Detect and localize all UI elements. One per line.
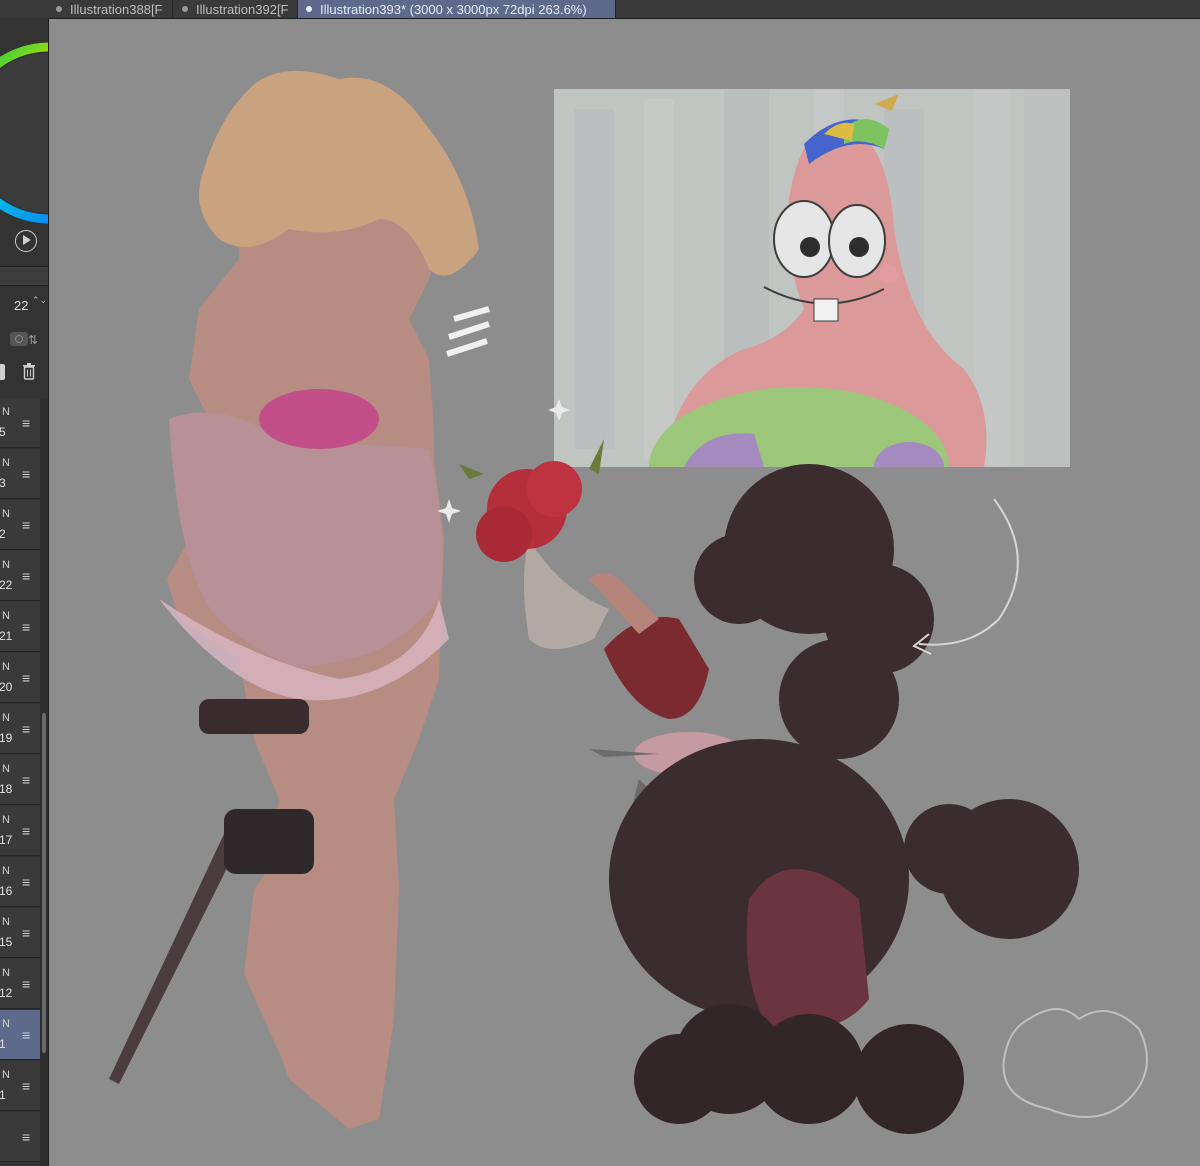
new-layer-icon[interactable] [0, 364, 5, 380]
layer-blend-tag: N [2, 508, 10, 520]
mask-toggle-icon[interactable]: ⇅ [28, 333, 38, 347]
layer-menu-icon[interactable]: ≡ [22, 415, 30, 431]
layer-menu-icon[interactable]: ≡ [22, 1078, 30, 1094]
layer-menu-icon[interactable]: ≡ [22, 1027, 30, 1043]
layer-blend-tag: N [2, 967, 10, 979]
layer-blend-tag: N [2, 610, 10, 622]
layer-blend-tag: N [2, 814, 10, 826]
layer-name: 19 [0, 731, 13, 745]
illustration-artwork [109, 71, 1148, 1134]
layer-menu-icon[interactable]: ≡ [22, 670, 30, 686]
layer-blend-tag: N [2, 865, 10, 877]
layer-menu-icon[interactable]: ≡ [22, 517, 30, 533]
layer-name: 16 [0, 884, 13, 898]
tab-illustration388[interactable]: Illustration388[F [48, 0, 173, 18]
layer-name: 21 [0, 629, 13, 643]
poodle-character [589, 464, 1148, 1134]
layer-menu-icon[interactable]: ≡ [22, 721, 30, 737]
tab-illustration393[interactable]: Illustration393* (3000 x 3000px 72dpi 26… [298, 0, 616, 18]
layer-name: 3 [0, 476, 6, 490]
layer-name: 5 [0, 425, 6, 439]
layer-menu-icon[interactable]: ≡ [22, 466, 30, 482]
layer-row[interactable]: N 18 ≡ [0, 755, 40, 805]
brush-size-value[interactable]: 22 [14, 298, 28, 313]
layer-row[interactable]: N 1 ≡ [0, 1010, 40, 1060]
tab-dot-icon [182, 6, 188, 12]
drawing-canvas[interactable] [49, 19, 1200, 1166]
tab-illustration392[interactable]: Illustration392[F [174, 0, 298, 18]
girl-character [109, 71, 479, 1129]
layer-row[interactable]: N 21 ≡ [0, 602, 40, 652]
layer-row[interactable]: N 15 ≡ [0, 908, 40, 958]
layer-blend-tag: N [2, 712, 10, 724]
left-tool-panel: 22 ⌃⌄ ⇅ N 5 ≡ N 3 ≡ N 2 ≡ N 22 ≡ N 21 ≡ N 20 ≡ N 19 ≡ N 18 ≡ N 17… [0, 18, 49, 1166]
document-tab-bar: Illustration388[F Illustration392[F Illu… [0, 0, 1200, 19]
layer-menu-icon[interactable]: ≡ [22, 772, 30, 788]
layer-row[interactable]: N 20 ≡ [0, 653, 40, 703]
stepper-icon[interactable]: ⌃⌄ [32, 296, 47, 305]
layer-menu-icon[interactable]: ≡ [22, 874, 30, 890]
tab-dot-icon [306, 6, 312, 12]
tab-label: Illustration388[F [70, 1, 163, 17]
layer-name: 20 [0, 680, 13, 694]
layer-name: 1 [0, 1088, 6, 1102]
bouquet [459, 439, 609, 649]
layer-row[interactable]: N 5 ≡ [0, 398, 40, 448]
layer-blend-tag: N [2, 559, 10, 571]
layer-row[interactable]: N 1 ≡ [0, 1061, 40, 1111]
layer-row[interactable]: N 3 ≡ [0, 449, 40, 499]
layer-name: 12 [0, 986, 13, 1000]
layer-name: 22 [0, 578, 13, 592]
layer-blend-tag: N [2, 406, 10, 418]
layer-row[interactable]: N 22 ≡ [0, 551, 40, 601]
layer-menu-icon[interactable]: ≡ [22, 925, 30, 941]
tab-dot-icon [56, 6, 62, 12]
layer-row[interactable]: N 19 ≡ [0, 704, 40, 754]
layer-menu-icon[interactable]: ≡ [22, 568, 30, 584]
layer-menu-icon[interactable]: ≡ [22, 619, 30, 635]
layer-row[interactable]: N 17 ≡ [0, 806, 40, 856]
tab-label: Illustration392[F [196, 1, 289, 17]
layer-blend-tag: N [2, 661, 10, 673]
layer-row[interactable]: N 2 ≡ [0, 500, 40, 550]
tab-label: Illustration393* (3000 x 3000px 72dpi 26… [320, 1, 587, 17]
color-wheel-icon[interactable] [0, 38, 49, 228]
panel-divider [0, 266, 48, 286]
layer-row[interactable]: ≡ [0, 1112, 40, 1162]
layer-menu-icon[interactable]: ≡ [22, 823, 30, 839]
layer-blend-tag: N [2, 916, 10, 928]
layer-name: 18 [0, 782, 13, 796]
layer-blend-tag: N [2, 1018, 10, 1030]
lock-icon[interactable] [10, 332, 28, 346]
layer-blend-tag: N [2, 457, 10, 469]
layer-row[interactable]: N 16 ≡ [0, 857, 40, 907]
layer-blend-tag: N [2, 1069, 10, 1081]
layer-blend-tag: N [2, 763, 10, 775]
layer-row[interactable]: N 12 ≡ [0, 959, 40, 1009]
layer-name: 15 [0, 935, 13, 949]
trash-icon[interactable] [22, 362, 36, 380]
layer-menu-icon[interactable]: ≡ [22, 1129, 30, 1145]
layer-name: 2 [0, 527, 6, 541]
layer-scrollbar-thumb[interactable] [42, 713, 46, 1053]
layer-name: 1 [0, 1037, 6, 1051]
layer-menu-icon[interactable]: ≡ [22, 976, 30, 992]
play-icon[interactable] [15, 230, 37, 252]
layer-name: 17 [0, 833, 13, 847]
